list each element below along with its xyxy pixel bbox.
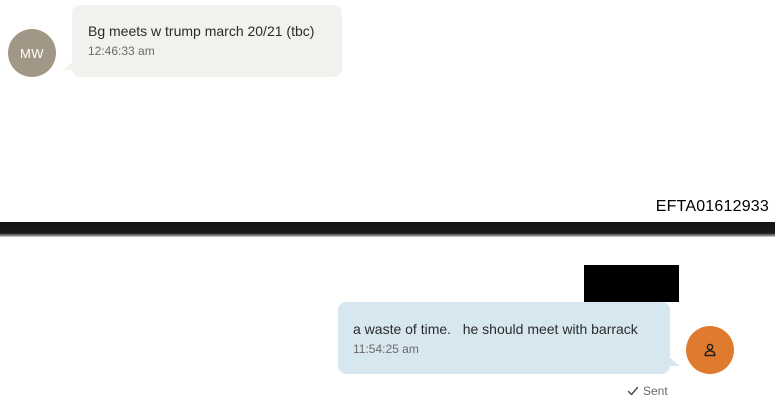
user-avatar [686, 326, 734, 374]
incoming-message-bubble[interactable]: Bg meets w trump march 20/21 (tbc) 12:46… [63, 5, 342, 77]
sender-initials: MW [19, 45, 45, 61]
outgoing-message-bubble[interactable]: a waste of time. he should meet with bar… [338, 302, 680, 374]
sender-avatar: MW [8, 29, 56, 77]
page-separator [0, 222, 775, 237]
message-thread: MW Bg meets w trump march 20/21 (tbc) 12… [0, 0, 775, 401]
message-text: Bg meets w trump march 20/21 (tbc) [88, 23, 315, 39]
message-status: Sent [627, 384, 668, 398]
checkmark-icon [627, 386, 639, 396]
person-icon [704, 343, 716, 357]
document-id: EFTA01612933 [655, 198, 769, 215]
message-timestamp: 11:54:25 am [353, 342, 419, 356]
redaction-block [584, 265, 679, 302]
status-label: Sent [643, 384, 668, 398]
message-text: a waste of time. he should meet with bar… [353, 321, 638, 337]
message-timestamp: 12:46:33 am [88, 44, 155, 58]
